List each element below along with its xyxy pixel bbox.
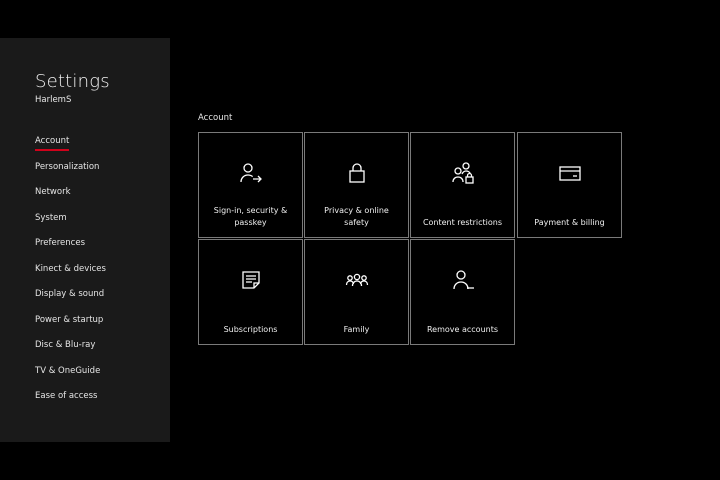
nav-item-power-startup[interactable]: Power & startup xyxy=(35,315,106,341)
people-lock-icon xyxy=(451,161,475,185)
family-icon xyxy=(345,268,369,292)
tile-payment-billing[interactable]: Payment & billing xyxy=(517,132,622,238)
nav-item-account[interactable]: Account xyxy=(35,136,106,162)
nav-item-system[interactable]: System xyxy=(35,213,106,239)
tile-label-line1: Privacy & online xyxy=(324,206,389,215)
tile-privacy-online-safety[interactable]: Privacy & online safety xyxy=(304,132,409,238)
tile-label-line2: Family xyxy=(343,325,370,334)
tile-label-line2: Subscriptions xyxy=(223,325,278,334)
tile-label-line2: Payment & billing xyxy=(534,218,605,227)
tile-label-line2: Content restrictions xyxy=(422,218,503,227)
nav-item-display-sound[interactable]: Display & sound xyxy=(35,289,106,315)
section-label: Account xyxy=(198,113,233,123)
page-title: Settings xyxy=(35,71,110,92)
tile-label-line2: Remove accounts xyxy=(426,325,499,334)
tile-label-line2: passkey xyxy=(234,218,267,227)
lock-icon xyxy=(345,161,369,185)
tile-subscriptions[interactable]: Subscriptions xyxy=(198,239,303,345)
person-arrow-icon xyxy=(239,161,263,185)
tile-remove-accounts[interactable]: Remove accounts xyxy=(410,239,515,345)
nav-item-ease-of-access[interactable]: Ease of access xyxy=(35,391,106,417)
nav-item-preferences[interactable]: Preferences xyxy=(35,238,106,264)
person-remove-icon xyxy=(451,268,475,292)
tile-label-line2: safety xyxy=(344,218,369,227)
settings-sidebar: Settings HarlemS Account Personalization… xyxy=(0,38,170,442)
tile-content-restrictions[interactable]: Content restrictions xyxy=(410,132,515,238)
settings-nav: Account Personalization Network System P… xyxy=(35,136,106,417)
nav-item-kinect-devices[interactable]: Kinect & devices xyxy=(35,264,106,290)
nav-item-network[interactable]: Network xyxy=(35,187,106,213)
tile-sign-in-security[interactable]: Sign-in, security & passkey xyxy=(198,132,303,238)
document-icon xyxy=(239,268,263,292)
tile-label-line1: Sign-in, security & xyxy=(213,206,288,215)
credit-card-icon xyxy=(558,161,582,185)
tile-family[interactable]: Family xyxy=(304,239,409,345)
username: HarlemS xyxy=(35,95,72,105)
nav-item-tv-oneguide[interactable]: TV & OneGuide xyxy=(35,366,106,392)
nav-item-disc-bluray[interactable]: Disc & Blu-ray xyxy=(35,340,106,366)
nav-item-personalization[interactable]: Personalization xyxy=(35,162,106,188)
